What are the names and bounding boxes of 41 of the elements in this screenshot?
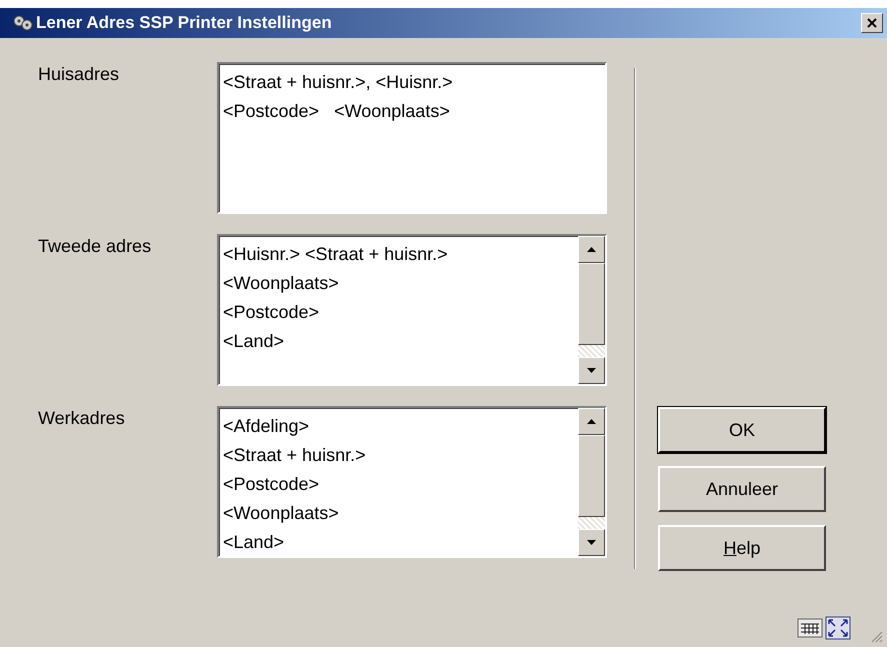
address-line: <Woonplaats> (223, 502, 340, 525)
address-line: <Woonplaats> (223, 272, 340, 295)
address-line: <Afdeling> (223, 415, 310, 438)
down-arrow-icon (587, 368, 596, 373)
scrollbar[interactable] (578, 236, 605, 384)
address-line: <Huisnr.> <Straat + huisnr.> (223, 243, 449, 266)
dialog-button[interactable]: Annuleer (658, 466, 826, 512)
address-text-area[interactable]: <Straat + huisnr.>, <Huisnr.> <Postcode> <Woonplaats> (217, 62, 607, 214)
close-icon (867, 18, 877, 28)
keyboard-icon[interactable] (797, 616, 823, 640)
scroll-down-button[interactable] (578, 529, 605, 556)
scroll-up-button[interactable] (578, 236, 605, 263)
address-line: <Straat + huisnr.>, <Huisnr.> (223, 71, 454, 94)
field-label: Tweede adres (37, 235, 152, 258)
address-line: <Postcode> (223, 473, 320, 496)
scrollbar[interactable] (578, 408, 605, 556)
scroll-track[interactable] (578, 345, 605, 357)
address-line: <Postcode> <Woonplaats> (223, 100, 451, 123)
resize-grip-icon[interactable] (869, 629, 883, 643)
expand-icon[interactable] (825, 616, 851, 640)
address-text-area[interactable]: <Huisnr.> <Straat + huisnr.> <Woonplaats> <Postcode> <Land> (217, 234, 607, 386)
address-text-area[interactable]: <Afdeling> <Straat + huisnr.> <Postcode> <Woonplaats> <Land> (217, 406, 607, 558)
address-line: <Land> (223, 531, 286, 554)
scroll-track[interactable] (578, 517, 605, 529)
window-title: Lener Adres SSP Printer Instellingen (36, 13, 333, 33)
field-label: Huisadres (37, 63, 120, 86)
up-arrow-icon (587, 247, 596, 252)
gears-icon (12, 14, 34, 32)
up-arrow-icon (587, 419, 596, 424)
address-line: <Postcode> (223, 301, 320, 324)
address-line: <Land> (223, 330, 286, 353)
down-arrow-icon (587, 540, 596, 545)
close-button[interactable] (861, 13, 883, 33)
field-label: Werkadres (37, 407, 126, 430)
dialog-button[interactable]: OK (658, 407, 826, 453)
scroll-up-button[interactable] (578, 408, 605, 435)
address-line: <Straat + huisnr.> (223, 444, 367, 467)
scroll-thumb[interactable] (578, 435, 605, 517)
dialog-button[interactable]: Help (658, 525, 826, 571)
scroll-thumb[interactable] (578, 263, 605, 345)
scroll-down-button[interactable] (578, 357, 605, 384)
